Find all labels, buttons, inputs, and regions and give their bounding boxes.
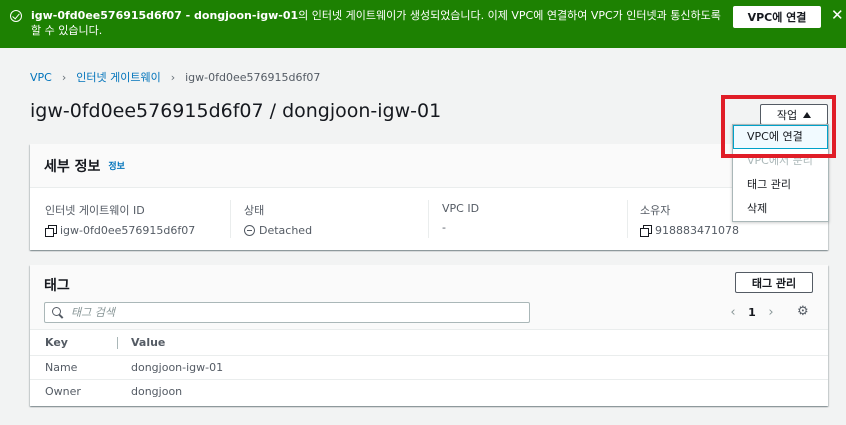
breadcrumb: VPC › 인터넷 게이트웨이 › igw-0fd0ee576915d6f07	[30, 69, 320, 85]
table-row: Owner dongjoon	[30, 380, 828, 404]
tag-value: dongjoon	[131, 385, 183, 399]
info-link[interactable]: 정보	[108, 159, 125, 172]
gear-icon[interactable]: ⚙	[797, 305, 810, 318]
vpc-id-value: -	[442, 221, 446, 234]
field-label: 인터넷 게이트웨이 ID	[45, 204, 145, 217]
caret-up-icon	[803, 111, 812, 118]
field-igw-id: 인터넷 게이트웨이 ID igw-0fd0ee576915d6f07	[45, 202, 195, 237]
flash-message: igw-0fd0ee576915d6f07 - dongjoon-igw-01의…	[31, 9, 721, 37]
page-title: igw-0fd0ee576915d6f07 / dongjoon-igw-01	[30, 100, 442, 122]
column-header-value[interactable]: Value	[117, 329, 828, 356]
breadcrumb-internet-gateways[interactable]: 인터넷 게이트웨이	[76, 69, 160, 85]
success-check-icon	[10, 10, 22, 22]
details-panel: 세부 정보 정보 인터넷 게이트웨이 ID igw-0fd0ee576915d6…	[30, 144, 828, 250]
field-vpc-id: VPC ID -	[442, 202, 479, 234]
breadcrumb-current: igw-0fd0ee576915d6f07	[185, 70, 321, 84]
field-label: VPC ID	[442, 202, 480, 215]
attach-to-vpc-button[interactable]: VPC에 연결	[733, 6, 821, 28]
field-state: 상태 Detached	[244, 202, 312, 237]
page-number[interactable]: 1	[741, 306, 763, 319]
chevron-right-icon: ›	[61, 70, 67, 84]
tag-search-input[interactable]	[71, 306, 521, 319]
column-header-key[interactable]: Key	[30, 329, 117, 356]
copy-icon[interactable]	[640, 225, 652, 237]
chevron-right-icon: ›	[170, 70, 176, 84]
tags-header: 태그 태그 관리 ‹ 1 › ⚙	[30, 265, 828, 329]
tag-key: Name	[30, 355, 117, 380]
pagination: ‹ 1 ›	[725, 305, 779, 320]
igw-id-value: igw-0fd0ee576915d6f07	[60, 224, 196, 237]
state-value: Detached	[259, 224, 313, 237]
details-fields: 인터넷 게이트웨이 ID igw-0fd0ee576915d6f07 상태 De…	[30, 188, 828, 250]
owner-value: 918883471078	[655, 224, 739, 237]
copy-icon[interactable]	[45, 225, 57, 237]
details-title: 세부 정보	[44, 158, 101, 175]
tag-key: Owner	[45, 385, 81, 399]
menu-item-attach-to-vpc[interactable]: VPC에 연결	[733, 125, 828, 149]
column-divider	[230, 200, 231, 238]
column-divider	[428, 200, 429, 238]
tags-title: 태그	[44, 278, 70, 294]
table-header-row: Key Value	[30, 329, 828, 356]
tag-value: dongjoon-igw-01	[117, 355, 828, 380]
table-row: Name dongjoon-igw-01	[30, 355, 828, 380]
menu-item-manage-tags[interactable]: 태그 관리	[733, 173, 828, 197]
field-label: 소유자	[640, 204, 671, 217]
close-icon[interactable]: ✕	[831, 8, 845, 23]
field-label: 상태	[244, 204, 265, 217]
details-header: 세부 정보 정보	[30, 144, 828, 188]
search-icon	[51, 306, 65, 320]
tags-panel: 태그 태그 관리 ‹ 1 › ⚙ Key Value Name dongjoon…	[30, 265, 828, 406]
success-flash-banner: igw-0fd0ee576915d6f07 - dongjoon-igw-01의…	[0, 0, 846, 48]
actions-label: 작업	[776, 108, 798, 122]
column-divider	[627, 200, 628, 238]
breadcrumb-vpc[interactable]: VPC	[30, 71, 52, 84]
chevron-right-icon[interactable]: ›	[763, 305, 779, 320]
status-detached-icon	[244, 225, 255, 236]
tags-table: Key Value Name dongjoon-igw-01 Owner don…	[30, 329, 828, 404]
manage-tags-button[interactable]: 태그 관리	[735, 272, 813, 293]
field-owner: 소유자 918883471078	[640, 202, 739, 237]
menu-item-detach-from-vpc: VPC에서 분리	[747, 154, 813, 167]
chevron-left-icon[interactable]: ‹	[725, 305, 741, 320]
menu-item-delete[interactable]: 삭제	[733, 197, 828, 221]
actions-dropdown-button[interactable]: 작업	[760, 104, 828, 125]
tag-search-box[interactable]	[44, 302, 530, 323]
actions-menu: VPC에 연결 VPC에서 분리 태그 관리 삭제	[732, 124, 829, 222]
